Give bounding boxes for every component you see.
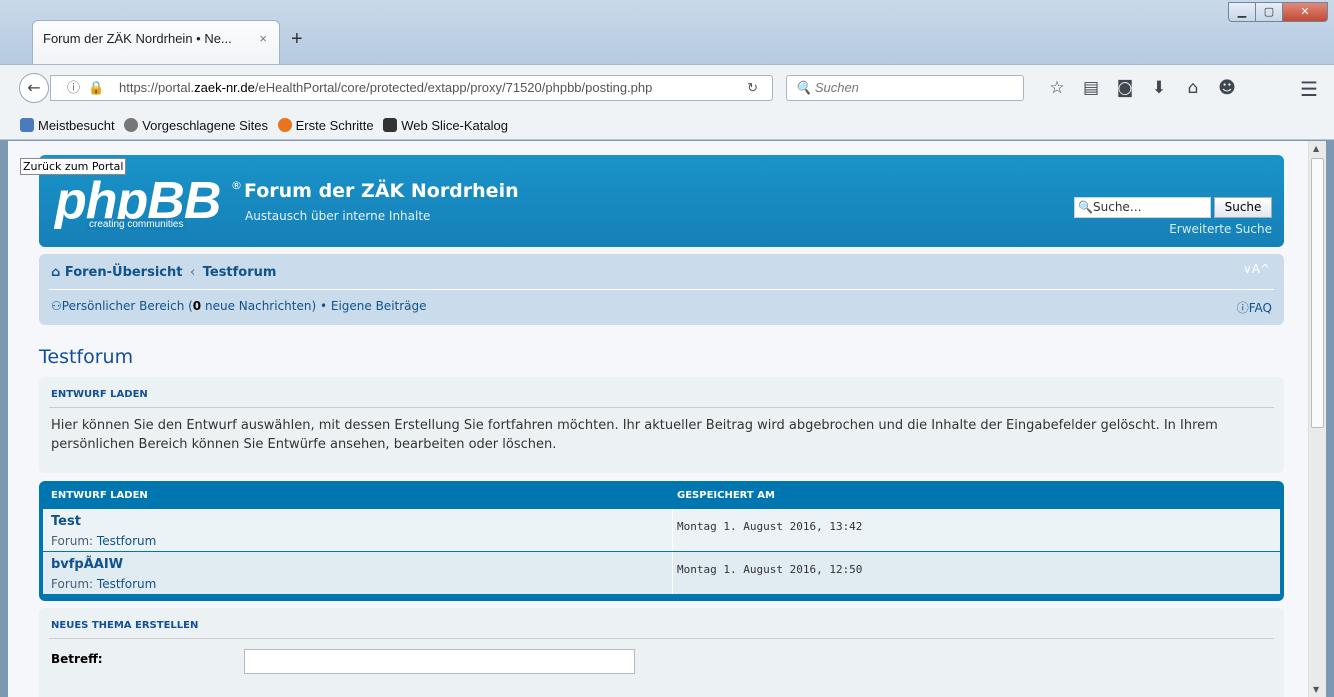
bullet-separator: • — [316, 299, 331, 313]
crumb-separator: ‹ — [190, 265, 196, 280]
panel-heading: NEUES THEMA ERSTELLEN — [51, 620, 199, 631]
lock-icon: 🔒 — [88, 80, 105, 95]
download-icon[interactable]: ⬇ — [1142, 75, 1176, 101]
bookmark-meistbesucht[interactable]: Meistbesucht — [20, 118, 115, 133]
reading-list-icon[interactable]: ▤ — [1074, 75, 1108, 101]
breadcrumb: ⌂ Foren-Übersicht ‹ Testforum — [51, 265, 276, 280]
globe-icon — [124, 118, 139, 132]
draft-saved-date: Montag 1. August 2016, 13:42 — [677, 520, 863, 533]
bookmark-folder-icon — [20, 118, 34, 132]
tab-close-icon[interactable]: × — [259, 31, 267, 46]
url-text: https://portal.zaek-nr.de/eHealthPortal/… — [119, 80, 653, 95]
tab-title: Forum der ZÄK Nordrhein • Ne... — [43, 31, 232, 46]
phpbb-logo[interactable]: phpBB ® creating communities — [55, 172, 242, 235]
url-bar[interactable]: ⓘ 🔒 https://portal.zaek-nr.de/eHealthPor… — [50, 75, 773, 101]
subject-label: Betreff: — [51, 652, 103, 666]
draft-forum: Forum: Testforum — [51, 577, 157, 591]
subject-input[interactable] — [244, 649, 635, 674]
close-window-icon[interactable]: ✕ — [1282, 2, 1328, 22]
table-row[interactable]: Test Forum: Testforum Montag 1. August 2… — [43, 509, 1280, 551]
new-topic-panel: NEUES THEMA ERSTELLEN Betreff: — [39, 608, 1284, 697]
back-arrow-icon[interactable]: ← — [19, 73, 49, 103]
reload-icon[interactable]: ↻ — [747, 76, 758, 100]
minimize-icon[interactable]: ▁ — [1228, 2, 1256, 22]
search-button[interactable]: Suche — [1214, 197, 1272, 218]
home-icon[interactable]: ⌂ — [1176, 75, 1210, 101]
draft-title-link[interactable]: Test — [51, 514, 81, 529]
browser-search-input[interactable]: 🔍 Suchen — [786, 75, 1024, 101]
maximize-icon[interactable]: ▢ — [1255, 2, 1283, 22]
column-header-saved: GESPEICHERT AM — [677, 490, 775, 501]
forum-search-input[interactable]: 🔍 Suche… — [1074, 197, 1211, 218]
load-draft-panel: ENTWURF LADEN Hier können Sie den Entwur… — [39, 377, 1284, 473]
personal-area-icon: ⚇ — [51, 299, 62, 313]
window-controls: ▁ ▢ ✕ — [1228, 2, 1328, 22]
info-icon[interactable]: ⓘ — [67, 76, 80, 100]
crumb-testforum[interactable]: Testforum — [203, 265, 277, 280]
browser-tab[interactable]: Forum der ZÄK Nordrhein • Ne... × — [32, 20, 280, 64]
panel-description: Hier können Sie den Entwurf auswählen, m… — [51, 418, 1218, 452]
personal-area-link[interactable]: Persönlicher Bereich (0 neue Nachrichten… — [62, 299, 316, 313]
scroll-down-icon[interactable]: ▼ — [1313, 685, 1319, 694]
site-title: Forum der ZÄK Nordrhein — [244, 180, 519, 202]
firefox-icon — [277, 118, 292, 132]
scroll-thumb[interactable] — [1311, 158, 1324, 428]
bookmark-vorgeschlagene[interactable]: Vorgeschlagene Sites — [124, 118, 268, 133]
pocket-icon[interactable]: ◙ — [1108, 75, 1142, 101]
user-bar: ⚇Persönlicher Bereich (0 neue Nachrichte… — [51, 299, 427, 313]
vertical-scrollbar[interactable]: ▲ ▼ — [1308, 141, 1326, 697]
browser-navbar: ← ⓘ 🔒 https://portal.zaek-nr.de/eHealthP… — [0, 64, 1334, 112]
crumb-forum-index[interactable]: Foren-Übersicht — [65, 265, 183, 280]
draft-forum-link[interactable]: Testforum — [97, 577, 156, 591]
new-tab-button[interactable]: + — [291, 28, 303, 51]
window-frame-edge — [1326, 141, 1334, 697]
draft-saved-date: Montag 1. August 2016, 12:50 — [677, 563, 863, 576]
toolbar-icons: ☆ ▤ ◙ ⬇ ⌂ ☻ — [1040, 75, 1244, 101]
faq-icon: ⓘ — [1236, 301, 1249, 315]
advanced-search-link[interactable]: Erweiterte Suche — [1169, 222, 1272, 236]
divider — [49, 638, 1274, 639]
bookmark-erste-schritte[interactable]: Erste Schritte — [277, 118, 374, 133]
chat-icon[interactable]: ☻ — [1210, 75, 1244, 101]
own-posts-link[interactable]: Eigene Beiträge — [331, 299, 427, 313]
back-to-portal-link[interactable]: Zurück zum Portal — [20, 158, 127, 175]
logo-text: phpBB — [55, 172, 221, 230]
divider — [49, 289, 1274, 290]
site-description: Austausch über interne Inhalte — [245, 209, 431, 223]
window-titlebar: Forum der ZÄK Nordrhein • Ne... × + ▁ ▢ … — [0, 0, 1334, 64]
page-title[interactable]: Testforum — [39, 346, 133, 368]
divider — [49, 407, 1274, 408]
bookmark-web-slice[interactable]: Web Slice-Katalog — [383, 118, 508, 133]
bookmark-star-icon[interactable]: ☆ — [1040, 75, 1074, 101]
column-header-draft: ENTWURF LADEN — [51, 490, 148, 501]
faq-link[interactable]: ⓘFAQ — [1237, 299, 1272, 316]
drafts-table: ENTWURF LADEN GESPEICHERT AM Test Forum:… — [39, 481, 1284, 601]
logo-subtitle: creating communities — [87, 219, 186, 230]
forum-header: phpBB ® creating communities Forum der Z… — [39, 155, 1284, 247]
navigation-box: ⌂ Foren-Übersicht ‹ Testforum ∨A^ ⚇Persö… — [39, 254, 1284, 325]
search-icon: 🔍 — [1078, 200, 1093, 214]
hamburger-menu-icon[interactable]: ☰ — [1300, 77, 1318, 101]
web-slice-icon — [383, 118, 398, 132]
home-icon: ⌂ — [51, 265, 61, 280]
column-divider — [672, 509, 673, 551]
panel-heading: ENTWURF LADEN — [51, 389, 148, 400]
font-size-toggle[interactable]: ∨A^ — [1243, 262, 1270, 276]
column-divider — [672, 552, 673, 594]
bookmarks-bar: Meistbesucht Vorgeschlagene Sites Erste … — [0, 112, 1334, 140]
draft-title-link[interactable]: bvfpÃAIW — [51, 557, 123, 572]
draft-forum-link[interactable]: Testforum — [97, 534, 156, 548]
scroll-up-icon[interactable]: ▲ — [1313, 144, 1319, 153]
draft-forum: Forum: Testforum — [51, 534, 157, 548]
table-row[interactable]: bvfpÃAIW Forum: Testforum Montag 1. Augu… — [43, 552, 1280, 594]
registered-icon: ® — [231, 179, 242, 192]
